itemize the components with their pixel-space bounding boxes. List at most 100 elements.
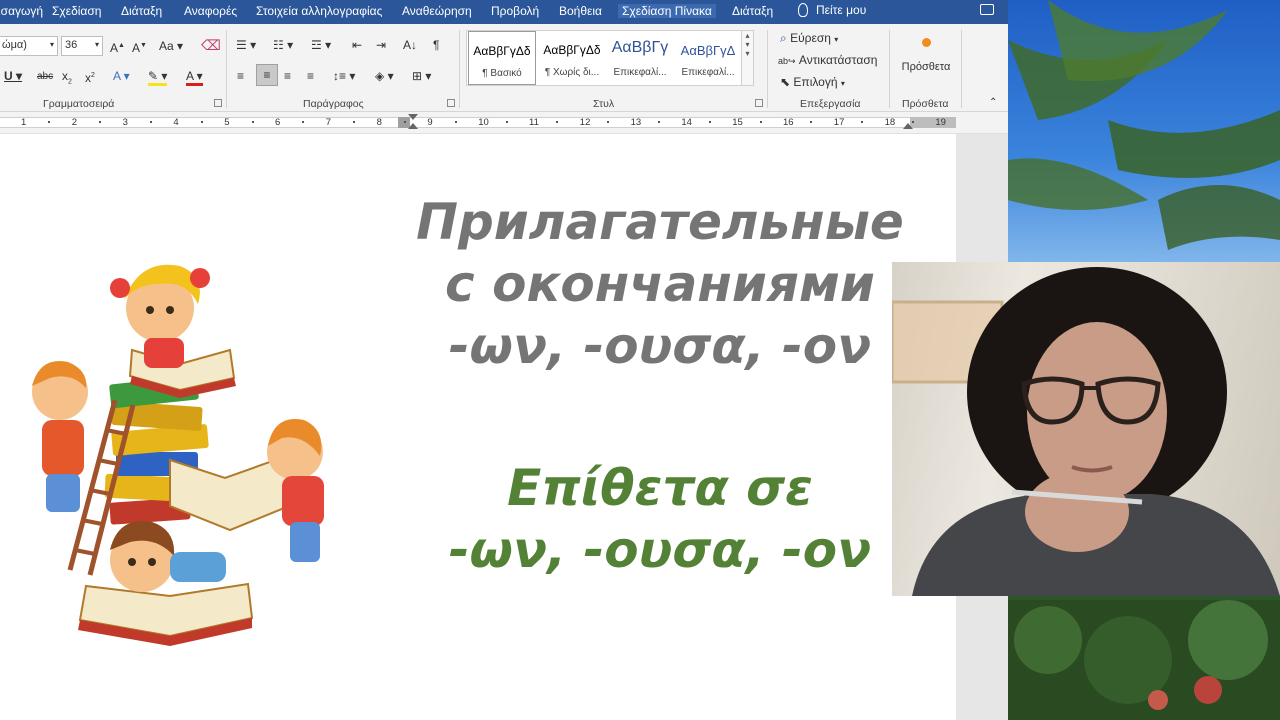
borders-icon[interactable]: ⊞ ▾ [412, 69, 431, 83]
text-effects-icon[interactable]: A ▾ [113, 69, 130, 83]
styles-gallery-scroll[interactable]: ▴ ▾ ▾ [741, 31, 753, 85]
tab-table-layout[interactable]: Διάταξη [732, 4, 773, 18]
ruler-margin-right [910, 117, 956, 128]
show-formatting-icon[interactable]: ¶ [433, 38, 439, 52]
font-group-label: Γραμματοσειρά [43, 98, 115, 110]
tab-help[interactable]: Βοήθεια [559, 4, 602, 18]
sort-icon[interactable]: A↓ [403, 38, 417, 52]
find-label: Εύρεση [790, 31, 831, 45]
select-button[interactable]: ⬉ Επιλογή ▾ [780, 75, 845, 91]
ruler-number: 4 [173, 117, 179, 128]
clear-formatting-icon[interactable]: ⌫ [201, 38, 221, 52]
chevron-down-icon: ▾ [840, 79, 845, 88]
addins-icon [921, 38, 931, 47]
align-center-icon[interactable]: ≡ [256, 64, 278, 86]
presenter-video-image [892, 267, 1280, 596]
tab-references[interactable]: Αναφορές [184, 4, 237, 18]
ruler-tick [759, 121, 762, 123]
shrink-font-icon[interactable]: A▼ [132, 39, 147, 55]
style-name: ¶ Χωρίς δι... [544, 67, 600, 78]
ruler-number: 3 [122, 117, 128, 128]
ruler-tick [556, 121, 559, 123]
style-heading-2[interactable]: ΑαΒβΓγΔ Επικεφαλί... [674, 31, 742, 85]
font-color-icon[interactable]: A ▾ [186, 69, 203, 86]
style-preview: ΑαΒβΓγΔδ [473, 44, 531, 58]
style-preview: ΑαΒβΓγΔ [680, 43, 736, 58]
tab-table-design[interactable]: Σχεδίαση Πίνακα [618, 4, 716, 18]
ruler-tick [454, 121, 457, 123]
subscript-icon[interactable]: x2 [62, 69, 72, 89]
increase-indent-icon[interactable]: ⇥ [376, 38, 386, 52]
replace-icon: ab↪ [778, 56, 796, 66]
addins-button-label: Πρόσθετα [901, 61, 951, 73]
document-page[interactable]: Прилагательные с окончаниями -ων, -ουσα,… [0, 134, 956, 720]
line-spacing-icon[interactable]: ↕≡ ▾ [333, 69, 355, 83]
tab-design[interactable]: Σχεδίαση [52, 4, 101, 18]
ruler-tick [48, 121, 51, 123]
tab-view[interactable]: Προβολή [491, 4, 539, 18]
strikethrough-icon[interactable]: abc [37, 70, 53, 84]
justify-icon[interactable]: ≡ [307, 69, 314, 83]
ruler-number: 8 [376, 117, 382, 128]
font-size-box[interactable]: 36 ▾ [61, 36, 103, 56]
superscript-icon[interactable]: x2 [85, 69, 95, 85]
align-left-icon[interactable]: ≡ [237, 69, 244, 83]
ruler-tick [505, 121, 508, 123]
addins-button[interactable]: Πρόσθετα [899, 36, 953, 74]
paragraph-dialog-launcher[interactable] [447, 99, 455, 107]
ruler-number: 17 [833, 117, 845, 128]
group-divider [889, 30, 890, 108]
tab-review[interactable]: Αναθεώρηση [402, 4, 472, 18]
russian-title-line-2: с окончаниями [445, 255, 875, 313]
hanging-indent-marker[interactable] [408, 123, 418, 129]
multilevel-list-icon[interactable]: ☲ ▾ [311, 38, 331, 52]
grow-font-icon[interactable]: A▲ [110, 39, 125, 55]
ruler-tick [708, 121, 711, 123]
find-button[interactable]: ⌕ Εύρεση ▾ [780, 31, 838, 47]
font-size-value: 36 [65, 39, 78, 51]
paragraph-group-label: Παράγραφος [303, 98, 364, 110]
ruler-tick [607, 121, 610, 123]
ruler-number: 1 [21, 117, 27, 128]
bullets-icon[interactable]: ☰ ▾ [236, 38, 256, 52]
numbering-icon[interactable]: ☷ ▾ [273, 38, 293, 52]
ruler-tick [861, 121, 864, 123]
shading-icon[interactable]: ◈ ▾ [375, 69, 394, 83]
ruler-tick [810, 121, 813, 123]
tab-layout[interactable]: Διάταξη [121, 4, 162, 18]
font-name-value: ώμα) [2, 39, 27, 51]
style-normal[interactable]: ΑαΒβΓγΔδ ¶ Βασικό [468, 31, 536, 85]
collapse-ribbon-icon[interactable]: ⌃ [989, 96, 997, 110]
horizontal-ruler[interactable]: 1 2 3 4 5 6 7 8 9 10 11 12 13 14 15 16 17 18 19 [0, 112, 1008, 134]
decrease-indent-icon[interactable]: ⇤ [352, 38, 362, 52]
align-right-icon[interactable]: ≡ [284, 69, 291, 83]
tell-me-label: Πείτε μου [816, 3, 867, 17]
tell-me-box[interactable]: Πείτε μου [798, 3, 866, 17]
change-case-icon[interactable]: Aa ▾ [159, 39, 183, 53]
right-indent-marker[interactable] [903, 123, 913, 129]
ruler-number: 19 [935, 117, 946, 128]
group-divider [767, 30, 768, 108]
styles-dialog-launcher[interactable] [755, 99, 763, 107]
font-dialog-launcher[interactable] [214, 99, 222, 107]
comments-icon[interactable] [980, 4, 994, 15]
ruler-tick [99, 121, 102, 123]
tab-mailings[interactable]: Στοιχεία αλληλογραφίας [256, 4, 382, 18]
style-heading-1[interactable]: ΑαΒβΓγ Επικεφαλί... [606, 31, 674, 85]
document-area: Прилагательные с окончаниями -ων, -ουσα,… [0, 134, 1008, 720]
highlight-icon[interactable]: ✎ ▾ [148, 69, 168, 86]
first-line-indent-marker[interactable] [408, 114, 418, 120]
addins-group-label: Πρόσθετα [902, 98, 949, 110]
ruler-number: 6 [275, 117, 281, 128]
underline-icon[interactable]: U ▾ [4, 69, 22, 83]
tab-insert[interactable]: ισαγωγή [0, 4, 43, 18]
replace-button[interactable]: ab↪ Αντικατάσταση [778, 53, 877, 68]
ruler-number: 9 [427, 117, 433, 128]
ruler-number: 11 [529, 117, 539, 128]
ruler-tick [404, 121, 406, 123]
style-no-spacing[interactable]: ΑαΒβΓγΔδ ¶ Χωρίς δι... [538, 31, 606, 85]
ruler-number: 12 [579, 117, 591, 128]
font-name-box[interactable]: ώμα) ▾ [0, 36, 58, 56]
find-icon: ⌕ [780, 31, 787, 45]
style-name: ¶ Βασικό [482, 68, 522, 79]
